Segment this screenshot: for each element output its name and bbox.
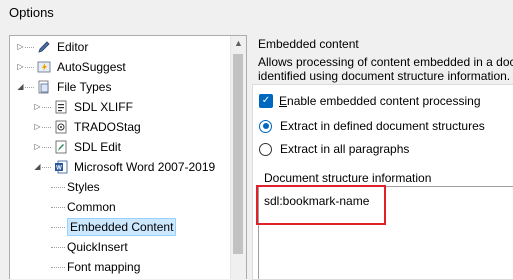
tree-item-label: File Types — [57, 80, 112, 94]
enable-embedded-checkbox[interactable]: ✓ Enable embedded content processing — [259, 94, 481, 108]
tree-item-label: SDL XLIFF — [74, 100, 133, 114]
radio-label: Extract in defined document structures — [280, 119, 485, 133]
tree-item-styles[interactable]: Styles — [51, 177, 100, 197]
tree-item-common[interactable]: Common — [51, 197, 116, 217]
tree-item-font-mapping[interactable]: Font mapping — [51, 257, 140, 277]
radio-all-paragraphs[interactable]: Extract in all paragraphs — [259, 142, 409, 156]
tree-item-label: Font mapping — [67, 260, 141, 274]
tradostag-icon — [53, 119, 69, 135]
tree-item-label: Styles — [67, 180, 100, 194]
collapse-arrow-icon[interactable]: ◢ — [33, 157, 42, 177]
tree-item-label: Editor — [57, 40, 89, 54]
collapse-arrow-icon[interactable]: ◢ — [16, 77, 25, 97]
radio-unselected-icon[interactable] — [259, 142, 272, 156]
pencil-icon — [36, 39, 52, 55]
tree-item-autosuggest[interactable]: ▷ AutoSuggest — [16, 57, 126, 77]
tree-item-tradostag[interactable]: ▷ TRADOStag — [33, 117, 141, 137]
description-line: Allows processing of content embedded in… — [258, 55, 513, 69]
checkbox-label: Enable embedded content processing — [279, 94, 481, 108]
expand-arrow-icon[interactable]: ▷ — [33, 117, 42, 137]
tree-item-label: Common — [67, 200, 116, 214]
xliff-icon — [53, 99, 69, 115]
checkmark-icon[interactable]: ✓ — [259, 94, 273, 108]
expand-arrow-icon[interactable]: ▷ — [16, 37, 25, 57]
options-tree[interactable]: ▷ Editor ▷ AutoSuggest ◢ File Types ▷ SD… — [9, 35, 247, 279]
tree-item-embedded-content[interactable]: Embedded Content — [51, 217, 177, 237]
lightning-icon — [36, 59, 52, 75]
section-description: Allows processing of content embedded in… — [258, 55, 513, 83]
scroll-up-icon[interactable]: ▲ — [234, 38, 243, 48]
tree-item-sdl-edit[interactable]: ▷ SDL Edit — [33, 137, 121, 157]
radio-label: Extract in all paragraphs — [280, 142, 410, 156]
tree-scrollbar[interactable]: ▲ — [230, 36, 246, 279]
description-line: identified using document structure info… — [258, 69, 511, 83]
tree-item-label: AutoSuggest — [57, 60, 126, 74]
expand-arrow-icon[interactable]: ▷ — [16, 57, 25, 77]
tree-item-label: SDL Edit — [74, 140, 121, 154]
tree-item-microsoft-word[interactable]: ◢ W Microsoft Word 2007-2019 — [33, 157, 215, 177]
tree-item-label: Embedded Content — [67, 218, 177, 236]
radio-selected-icon[interactable] — [259, 119, 272, 133]
tree-item-quickinsert[interactable]: QuickInsert — [51, 237, 128, 257]
highlight-box — [256, 185, 386, 225]
structure-info-title: Document structure information — [264, 171, 432, 185]
sdl-edit-icon — [53, 139, 69, 155]
scroll-thumb[interactable] — [233, 54, 243, 254]
tree-item-label: QuickInsert — [67, 240, 128, 254]
file-types-icon — [36, 79, 52, 95]
tree-item-editor[interactable]: ▷ Editor — [16, 37, 88, 57]
settings-panel: Embedded content Allows processing of co… — [252, 0, 513, 280]
svg-text:W: W — [56, 166, 62, 172]
expand-arrow-icon[interactable]: ▷ — [33, 97, 42, 117]
radio-defined-structures[interactable]: Extract in defined document structures — [259, 119, 485, 133]
tree-item-label: TRADOStag — [74, 120, 141, 134]
section-title: Embedded content — [258, 37, 359, 51]
tree-item-sdl-xliff[interactable]: ▷ SDL XLIFF — [33, 97, 133, 117]
tree-item-file-types[interactable]: ◢ File Types — [16, 77, 111, 97]
tree-item-label: Microsoft Word 2007-2019 — [74, 160, 216, 174]
expand-arrow-icon[interactable]: ▷ — [33, 137, 42, 157]
word-icon: W — [53, 159, 69, 175]
window-title: Options — [9, 5, 54, 20]
